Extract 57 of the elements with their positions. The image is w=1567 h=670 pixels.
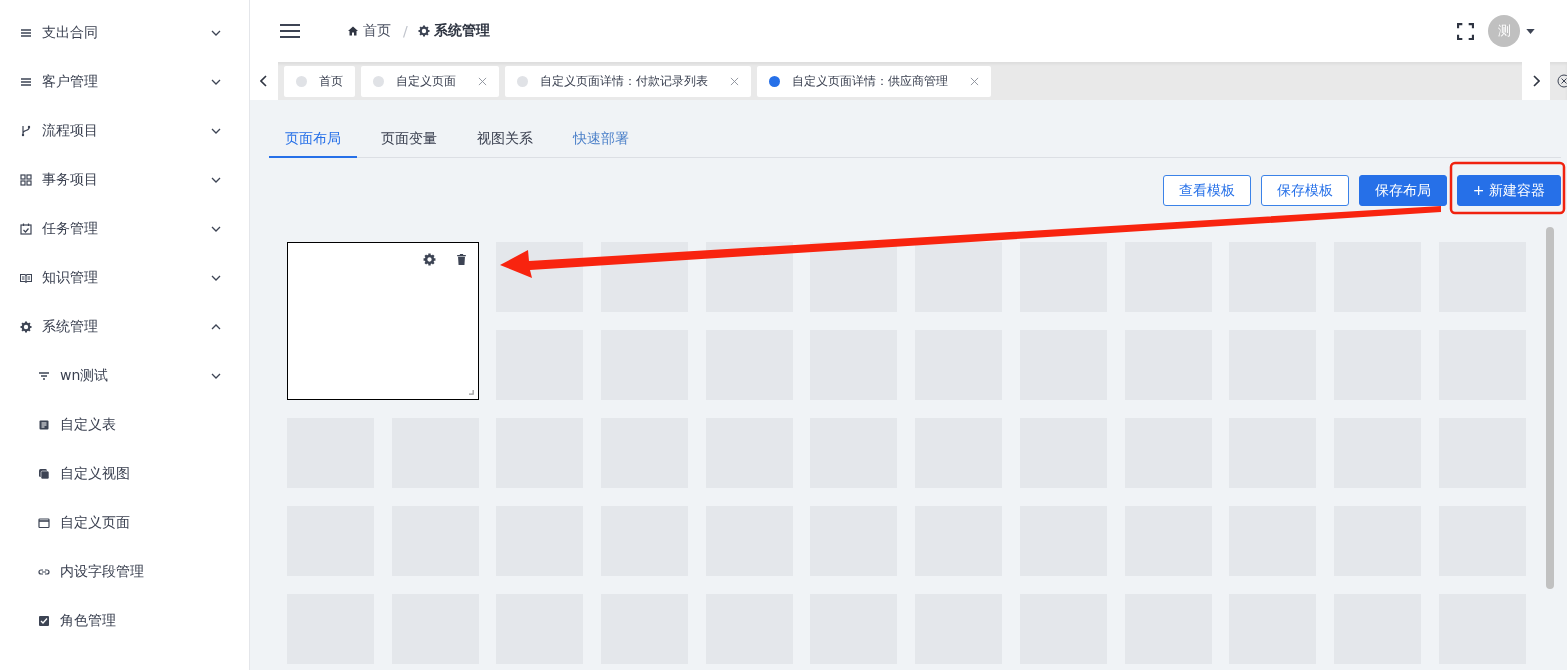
- action-button[interactable]: 保存布局: [1358, 175, 1447, 206]
- sidebar-item[interactable]: 知识管理: [0, 253, 249, 302]
- grid-icon: [20, 173, 32, 186]
- calendar-check-icon: [20, 222, 32, 235]
- fullscreen-icon[interactable]: [1457, 22, 1474, 40]
- trash-icon[interactable]: [454, 253, 468, 266]
- sidebar-item[interactable]: 内设字段管理: [0, 547, 249, 596]
- chevron-right-icon: [1532, 75, 1540, 87]
- chevron-left-icon: [260, 75, 268, 87]
- home-icon: [347, 25, 359, 37]
- sidebar-item[interactable]: wn测试: [0, 351, 249, 400]
- action-button[interactable]: + 新建容器: [1456, 175, 1561, 206]
- sidebar-item[interactable]: 客户管理: [0, 57, 249, 106]
- layout-container[interactable]: [287, 242, 479, 400]
- tab[interactable]: 快速部署: [557, 124, 645, 158]
- checkbox-icon: [38, 614, 50, 627]
- gear-icon: [417, 25, 430, 37]
- list-icon: [20, 26, 32, 39]
- window-icon: [38, 516, 50, 529]
- sidebar-item[interactable]: 自定义表: [0, 400, 249, 449]
- stacked-squares-icon: [38, 467, 50, 480]
- breadcrumb-separator: /: [403, 23, 408, 39]
- sidebar-item[interactable]: 自定义视图: [0, 449, 249, 498]
- tab[interactable]: 页面变量: [365, 124, 453, 158]
- sidebar-item[interactable]: 支出合同: [0, 8, 249, 57]
- settings-icon[interactable]: [422, 253, 436, 266]
- gear-icon: [20, 320, 32, 333]
- page-tab[interactable]: 自定义页面详情：付款记录列表: [505, 65, 751, 97]
- breadcrumb-link[interactable]: 首页: [363, 22, 391, 40]
- sidebar-item[interactable]: 事务项目: [0, 155, 249, 204]
- action-button[interactable]: 保存模板: [1260, 175, 1349, 206]
- page-tab[interactable]: 自定义页面详情：供应商管理: [757, 65, 991, 97]
- scrollbar-thumb[interactable]: [1545, 227, 1554, 589]
- tab[interactable]: 页面布局: [269, 124, 357, 158]
- filter-icon: [38, 369, 50, 382]
- scroll-left-button[interactable]: [250, 62, 278, 100]
- page-tab[interactable]: 自定义页面: [361, 65, 499, 97]
- sidebar-item[interactable]: 自定义页面: [0, 498, 249, 547]
- book-icon: [20, 271, 32, 284]
- resize-handle-icon[interactable]: [468, 390, 474, 395]
- sidebar-item[interactable]: 系统管理: [0, 302, 249, 351]
- action-button[interactable]: 查看模板: [1162, 175, 1251, 206]
- tab[interactable]: 视图关系: [461, 124, 549, 158]
- caret-icon[interactable]: [1526, 28, 1535, 34]
- close-all-icon[interactable]: [1557, 74, 1567, 88]
- close-icon[interactable]: [970, 76, 979, 86]
- page-tab[interactable]: 首页: [284, 65, 355, 97]
- list-icon: [20, 75, 32, 88]
- branch-icon: [20, 124, 32, 137]
- sidebar-item[interactable]: 任务管理: [0, 204, 249, 253]
- sidebar-item[interactable]: 角色管理: [0, 596, 249, 645]
- document-icon: [38, 418, 50, 431]
- close-icon[interactable]: [730, 76, 739, 86]
- sidebar-item[interactable]: 流程项目: [0, 106, 249, 155]
- scroll-right-button[interactable]: [1522, 62, 1550, 100]
- close-icon[interactable]: [478, 76, 487, 86]
- menu-icon[interactable]: [280, 24, 300, 38]
